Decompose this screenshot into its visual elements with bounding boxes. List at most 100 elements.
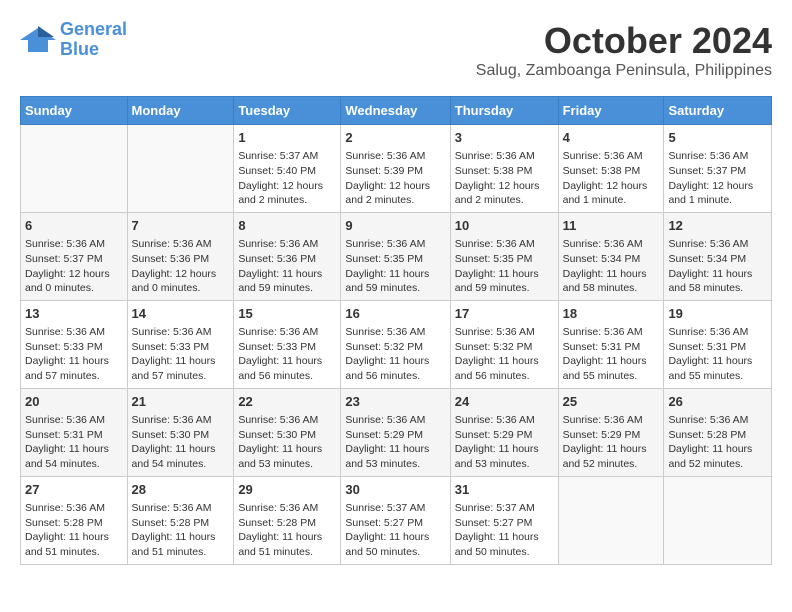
- day-number: 29: [238, 481, 336, 499]
- weekday-header: Thursday: [450, 97, 558, 125]
- day-number: 1: [238, 129, 336, 147]
- calendar-cell: 19 Sunrise: 5:36 AM Sunset: 5:31 PM Dayli…: [664, 300, 772, 388]
- day-info: Sunrise: 5:36 AM Sunset: 5:37 PM Dayligh…: [25, 237, 123, 296]
- day-info: Sunrise: 5:36 AM Sunset: 5:38 PM Dayligh…: [455, 149, 554, 208]
- calendar-cell: [558, 476, 664, 564]
- day-info: Sunrise: 5:36 AM Sunset: 5:33 PM Dayligh…: [25, 325, 123, 384]
- day-number: 15: [238, 305, 336, 323]
- day-number: 5: [668, 129, 767, 147]
- day-info: Sunrise: 5:36 AM Sunset: 5:31 PM Dayligh…: [563, 325, 660, 384]
- day-number: 11: [563, 217, 660, 235]
- day-number: 14: [132, 305, 230, 323]
- calendar-cell: 9 Sunrise: 5:36 AM Sunset: 5:35 PM Daylig…: [341, 212, 450, 300]
- calendar-cell: 23Sunrise: 5:36 AM Sunset: 5:29 PM Dayli…: [341, 388, 450, 476]
- calendar-cell: 17 Sunrise: 5:36 AM Sunset: 5:32 PM Dayli…: [450, 300, 558, 388]
- weekday-header: Wednesday: [341, 97, 450, 125]
- title-block: October 2024 Salug, Zamboanga Peninsula,…: [476, 20, 772, 80]
- logo-text: General Blue: [60, 20, 127, 60]
- day-info: Sunrise: 5:36 AM Sunset: 5:32 PM Dayligh…: [455, 325, 554, 384]
- day-number: 13: [25, 305, 123, 323]
- weekday-header: Friday: [558, 97, 664, 125]
- day-info: Sunrise: 5:36 AM Sunset: 5:28 PM Dayligh…: [25, 501, 123, 560]
- calendar-cell: 12 Sunrise: 5:36 AM Sunset: 5:34 PM Dayli…: [664, 212, 772, 300]
- day-number: 17: [455, 305, 554, 323]
- day-info: Sunrise: 5:36 AM Sunset: 5:36 PM Dayligh…: [132, 237, 230, 296]
- day-number: 20: [25, 393, 123, 411]
- day-info: Sunrise: 5:36 AM Sunset: 5:31 PM Dayligh…: [668, 325, 767, 384]
- calendar-week-row: 1 Sunrise: 5:37 AM Sunset: 5:40 PM Daylig…: [21, 125, 772, 213]
- day-number: 28: [132, 481, 230, 499]
- day-info: Sunrise: 5:36 AM Sunset: 5:34 PM Dayligh…: [668, 237, 767, 296]
- calendar-week-row: 27 Sunrise: 5:36 AM Sunset: 5:28 PM Dayli…: [21, 476, 772, 564]
- calendar-cell: 7 Sunrise: 5:36 AM Sunset: 5:36 PM Daylig…: [127, 212, 234, 300]
- calendar-cell: 25Sunrise: 5:36 AM Sunset: 5:29 PM Dayli…: [558, 388, 664, 476]
- day-number: 9: [345, 217, 445, 235]
- calendar-cell: 26Sunrise: 5:36 AM Sunset: 5:28 PM Dayli…: [664, 388, 772, 476]
- day-number: 6: [25, 217, 123, 235]
- day-info: Sunrise: 5:36 AM Sunset: 5:38 PM Dayligh…: [563, 149, 660, 208]
- day-info: Sunrise: 5:36 AM Sunset: 5:33 PM Dayligh…: [132, 325, 230, 384]
- calendar-week-row: 13 Sunrise: 5:36 AM Sunset: 5:33 PM Dayli…: [21, 300, 772, 388]
- calendar-cell: [127, 125, 234, 213]
- month-title: October 2024: [476, 20, 772, 62]
- calendar-cell: 13 Sunrise: 5:36 AM Sunset: 5:33 PM Dayli…: [21, 300, 128, 388]
- calendar-cell: 22 Sunrise: 5:36 AM Sunset: 5:30 PM Dayli…: [234, 388, 341, 476]
- calendar-cell: 18 Sunrise: 5:36 AM Sunset: 5:31 PM Dayli…: [558, 300, 664, 388]
- day-number: 26: [668, 393, 767, 411]
- day-number: 8: [238, 217, 336, 235]
- location-title: Salug, Zamboanga Peninsula, Philippines: [476, 62, 772, 80]
- calendar-cell: 5Sunrise: 5:36 AM Sunset: 5:37 PM Daylig…: [664, 125, 772, 213]
- day-info: Sunrise: 5:36 AM Sunset: 5:30 PM Dayligh…: [238, 413, 336, 472]
- day-info: Sunrise: 5:37 AM Sunset: 5:40 PM Dayligh…: [238, 149, 336, 208]
- calendar-cell: 27 Sunrise: 5:36 AM Sunset: 5:28 PM Dayli…: [21, 476, 128, 564]
- day-number: 31: [455, 481, 554, 499]
- calendar-cell: 11 Sunrise: 5:36 AM Sunset: 5:34 PM Dayli…: [558, 212, 664, 300]
- day-number: 10: [455, 217, 554, 235]
- day-number: 18: [563, 305, 660, 323]
- day-number: 30: [345, 481, 445, 499]
- calendar-cell: 28 Sunrise: 5:36 AM Sunset: 5:28 PM Dayli…: [127, 476, 234, 564]
- day-number: 22: [238, 393, 336, 411]
- calendar-cell: 31Sunrise: 5:37 AM Sunset: 5:27 PM Dayli…: [450, 476, 558, 564]
- calendar-cell: 29 Sunrise: 5:36 AM Sunset: 5:28 PM Dayli…: [234, 476, 341, 564]
- day-number: 2: [345, 129, 445, 147]
- logo-icon: [20, 24, 56, 56]
- calendar-table: SundayMondayTuesdayWednesdayThursdayFrid…: [20, 96, 772, 565]
- calendar-cell: [664, 476, 772, 564]
- day-info: Sunrise: 5:36 AM Sunset: 5:35 PM Dayligh…: [345, 237, 445, 296]
- day-number: 27: [25, 481, 123, 499]
- day-number: 4: [563, 129, 660, 147]
- page-header: General Blue October 2024 Salug, Zamboan…: [20, 20, 772, 80]
- logo: General Blue: [20, 20, 127, 60]
- calendar-cell: 30Sunrise: 5:37 AM Sunset: 5:27 PM Dayli…: [341, 476, 450, 564]
- calendar-cell: 24 Sunrise: 5:36 AM Sunset: 5:29 PM Dayli…: [450, 388, 558, 476]
- day-number: 19: [668, 305, 767, 323]
- day-number: 12: [668, 217, 767, 235]
- day-info: Sunrise: 5:36 AM Sunset: 5:31 PM Dayligh…: [25, 413, 123, 472]
- calendar-cell: 14 Sunrise: 5:36 AM Sunset: 5:33 PM Dayli…: [127, 300, 234, 388]
- calendar-cell: 8 Sunrise: 5:36 AM Sunset: 5:36 PM Daylig…: [234, 212, 341, 300]
- calendar-cell: 15Sunrise: 5:36 AM Sunset: 5:33 PM Dayli…: [234, 300, 341, 388]
- day-number: 7: [132, 217, 230, 235]
- day-info: Sunrise: 5:36 AM Sunset: 5:29 PM Dayligh…: [455, 413, 554, 472]
- day-info: Sunrise: 5:36 AM Sunset: 5:28 PM Dayligh…: [238, 501, 336, 560]
- calendar-cell: 2Sunrise: 5:36 AM Sunset: 5:39 PM Daylig…: [341, 125, 450, 213]
- day-number: 24: [455, 393, 554, 411]
- calendar-cell: [21, 125, 128, 213]
- day-number: 23: [345, 393, 445, 411]
- day-info: Sunrise: 5:36 AM Sunset: 5:30 PM Dayligh…: [132, 413, 230, 472]
- calendar-week-row: 6 Sunrise: 5:36 AM Sunset: 5:37 PM Daylig…: [21, 212, 772, 300]
- calendar-cell: 21 Sunrise: 5:36 AM Sunset: 5:30 PM Dayli…: [127, 388, 234, 476]
- day-info: Sunrise: 5:36 AM Sunset: 5:34 PM Dayligh…: [563, 237, 660, 296]
- day-info: Sunrise: 5:36 AM Sunset: 5:28 PM Dayligh…: [132, 501, 230, 560]
- day-info: Sunrise: 5:36 AM Sunset: 5:36 PM Dayligh…: [238, 237, 336, 296]
- weekday-header-row: SundayMondayTuesdayWednesdayThursdayFrid…: [21, 97, 772, 125]
- calendar-cell: 10 Sunrise: 5:36 AM Sunset: 5:35 PM Dayli…: [450, 212, 558, 300]
- day-number: 16: [345, 305, 445, 323]
- calendar-cell: 6 Sunrise: 5:36 AM Sunset: 5:37 PM Daylig…: [21, 212, 128, 300]
- calendar-week-row: 20 Sunrise: 5:36 AM Sunset: 5:31 PM Dayli…: [21, 388, 772, 476]
- day-info: Sunrise: 5:36 AM Sunset: 5:35 PM Dayligh…: [455, 237, 554, 296]
- day-number: 21: [132, 393, 230, 411]
- day-number: 25: [563, 393, 660, 411]
- weekday-header: Tuesday: [234, 97, 341, 125]
